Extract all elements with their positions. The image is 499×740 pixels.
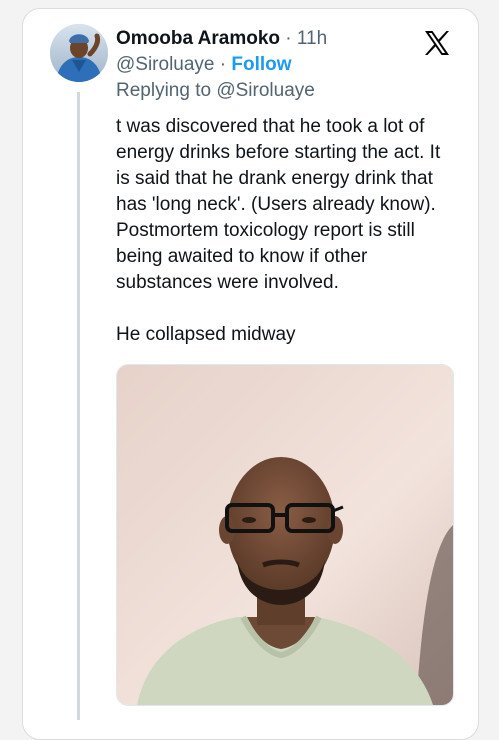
tweet-header: Omooba Aramoko · 11h (116, 27, 327, 51)
tweet-timestamp[interactable]: 11h (297, 28, 327, 49)
avatar[interactable] (50, 24, 108, 82)
author-handle[interactable]: @Siroluaye (116, 54, 215, 75)
handle-separator: · (219, 54, 227, 75)
follow-button[interactable]: Follow (231, 54, 291, 75)
tweet-media-image[interactable] (116, 364, 454, 706)
media-photo (117, 365, 453, 705)
replying-to-row: Replying to @Siroluaye (116, 79, 315, 103)
replying-to-handle[interactable]: @Siroluaye (216, 80, 315, 101)
replying-to-label: Replying to (116, 80, 212, 101)
avatar-photo (50, 24, 108, 82)
handle-row: @Siroluaye · Follow (116, 53, 292, 77)
thread-connector-line (77, 92, 80, 720)
x-logo-icon[interactable] (422, 28, 452, 58)
tweet-text-paragraph: t was discovered that he took a lot of e… (116, 116, 441, 293)
tweet-text: t was discovered that he took a lot of e… (116, 114, 456, 348)
tweet-text-paragraph: He collapsed midway (116, 324, 296, 345)
header-separator: · (285, 28, 292, 49)
author-name[interactable]: Omooba Aramoko (116, 28, 280, 49)
